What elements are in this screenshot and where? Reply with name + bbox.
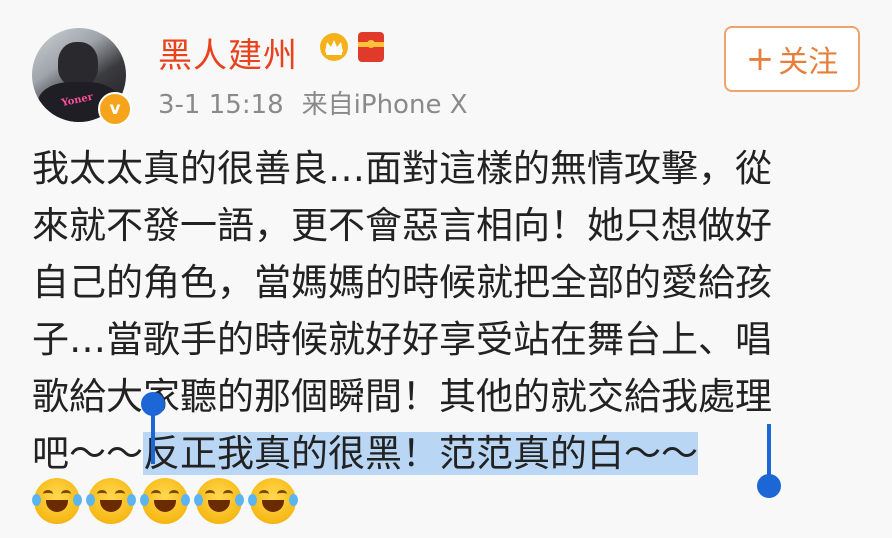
username[interactable]: 黑人建州 [158, 28, 298, 76]
post-date: 3-1 15:18 [158, 90, 284, 120]
post-text-line: 自己的角色，當媽媽的時候就把全部的愛給孩 [32, 261, 772, 304]
crown-icon [320, 33, 348, 61]
post-text-line-last: 吧～～反正我真的很黑！范范真的白～～ [32, 425, 872, 482]
post-text-line: 來就不發一語，更不會惡言相向！她只想做好 [32, 204, 772, 247]
weibo-post: Yoner v 黑人建州 3-1 15:18 来自iPhone X + 关注 我太… [0, 0, 892, 538]
laugh-cry-emoji-icon [86, 478, 136, 524]
avatar-head [58, 42, 98, 86]
unselected-text: 吧～～ [32, 432, 143, 475]
post-meta: 3-1 15:18 来自iPhone X [158, 84, 468, 121]
red-envelope-icon [358, 32, 384, 62]
emoji-row [32, 478, 298, 530]
laugh-cry-emoji-icon [32, 478, 82, 524]
follow-label: 关注 [778, 45, 839, 80]
selected-text[interactable]: 反正我真的很黑！范范真的白～～ [143, 432, 698, 475]
post-source[interactable]: 来自iPhone X [302, 90, 468, 120]
laugh-cry-emoji-icon [194, 478, 244, 524]
post-text-line: 子…當歌手的時候就好好享受站在舞台上、唱 [32, 318, 772, 361]
selection-start-stem [151, 408, 155, 464]
selection-end-handle[interactable] [757, 474, 781, 498]
laugh-cry-emoji-icon [140, 478, 190, 524]
laugh-cry-emoji-icon [248, 478, 298, 524]
post-text[interactable]: 我太太真的很善良…面對這樣的無情攻擊，從 來就不發一語，更不會惡言相向！她只想做… [32, 140, 872, 482]
post-text-line: 我太太真的很善良…面對這樣的無情攻擊，從 [32, 147, 772, 190]
verified-icon: v [98, 92, 132, 126]
follow-button[interactable]: + 关注 [724, 26, 860, 92]
plus-icon: + [745, 39, 775, 79]
